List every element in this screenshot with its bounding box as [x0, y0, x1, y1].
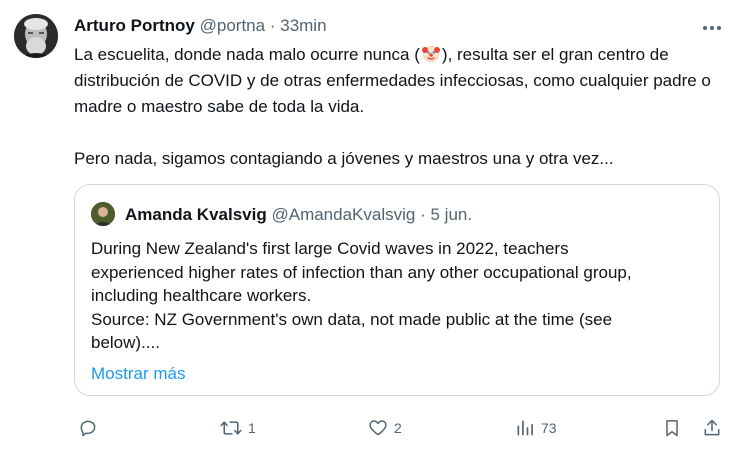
bar-chart-icon: [517, 420, 533, 436]
clown-face-icon: [421, 43, 441, 63]
avatar-image: [14, 14, 58, 58]
quoted-text-line: During New Zealand's first large Covid w…: [91, 239, 569, 258]
tweet-time[interactable]: 33min: [280, 16, 326, 35]
quoted-text-line: below)....: [91, 333, 160, 352]
heart-icon: [369, 420, 387, 436]
tweet-text: La escuelita, donde nada malo ocurre nun…: [74, 42, 734, 172]
quoted-text: During New Zealand's first large Covid w…: [91, 237, 701, 355]
tweet-paragraph-2: Pero nada, sigamos contagiando a jóvenes…: [74, 149, 614, 168]
header-separator: ·: [269, 16, 276, 35]
show-more-link[interactable]: Mostrar más: [91, 363, 185, 385]
views-button[interactable]: 73: [515, 414, 557, 442]
reply-icon: [80, 420, 96, 437]
quoted-author-handle[interactable]: @AmandaKvalsvig: [271, 205, 415, 224]
like-count: 2: [394, 420, 402, 436]
quoted-text-line: including healthcare workers.: [91, 286, 312, 305]
quoted-header: Amanda Kvalsvig @AmandaKvalsvig · 5 jun.: [125, 204, 472, 226]
quoted-author-name[interactable]: Amanda Kvalsvig: [125, 205, 267, 224]
bookmark-button[interactable]: [662, 414, 682, 442]
quoted-avatar[interactable]: [91, 202, 115, 226]
author-handle[interactable]: @portna: [200, 16, 265, 35]
author-name[interactable]: Arturo Portnoy: [74, 16, 195, 35]
quoted-text-line: experienced higher rates of infection th…: [91, 262, 632, 282]
tweet-text-part: La escuelita, donde nada malo ocurre nun…: [74, 45, 420, 64]
more-dots-icon: [703, 26, 721, 30]
quoted-avatar-image: [91, 202, 115, 226]
more-options-button[interactable]: [698, 18, 726, 38]
quoted-date[interactable]: 5 jun.: [431, 205, 473, 224]
share-icon: [704, 419, 720, 436]
retweet-count: 1: [248, 420, 256, 436]
share-button[interactable]: [702, 414, 722, 442]
bookmark-icon: [666, 420, 678, 437]
like-button[interactable]: 2: [368, 414, 402, 442]
tweet-header: Arturo Portnoy @portna · 33min: [74, 15, 327, 37]
action-bar: 1 2 73: [74, 414, 734, 442]
reply-button[interactable]: [78, 414, 98, 442]
retweet-icon: [220, 421, 242, 435]
views-count: 73: [541, 420, 557, 436]
quoted-text-line: Source: NZ Government's own data, not ma…: [91, 309, 613, 329]
retweet-button[interactable]: 1: [220, 414, 256, 442]
quoted-tweet[interactable]: Amanda Kvalsvig @AmandaKvalsvig · 5 jun.…: [74, 184, 720, 396]
quoted-header-separator: ·: [420, 205, 426, 224]
avatar[interactable]: [14, 14, 58, 58]
tweet: Arturo Portnoy @portna · 33min La escuel…: [0, 0, 748, 456]
tweet-paragraph-1: La escuelita, donde nada malo ocurre nun…: [74, 42, 734, 120]
